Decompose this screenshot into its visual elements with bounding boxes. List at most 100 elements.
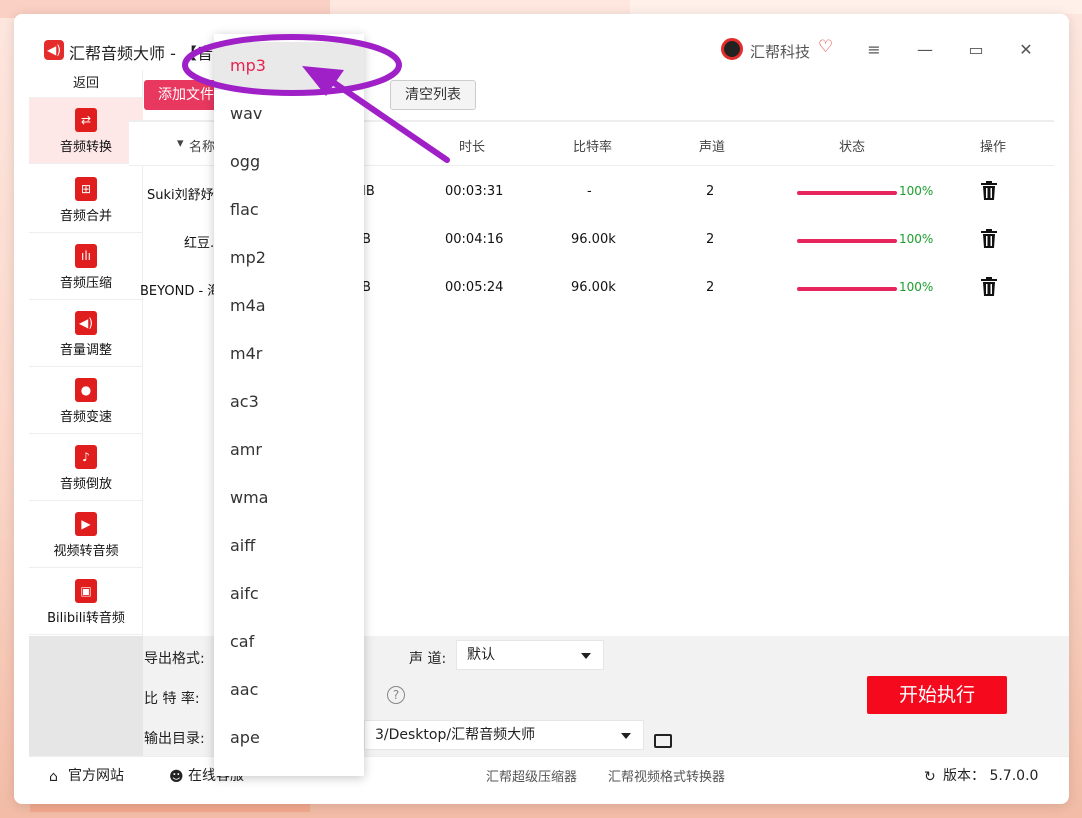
format-option-aifc[interactable]: aifc [214,570,364,618]
output-dir-select[interactable]: 3/Desktop/汇帮音频大师 [364,720,644,750]
file-name: 红豆.l [184,236,218,251]
format-option-wma[interactable]: wma [214,474,364,522]
channel-value: 默认 [467,647,495,663]
sidebar-item-audio-reverse[interactable]: ♪ 音频倒放 [29,435,143,501]
trash-icon[interactable] [981,277,997,296]
format-option-m4a[interactable]: m4a [214,282,364,330]
format-option-wav[interactable]: wav [214,90,364,138]
output-dir-label: 输出目录: [144,731,205,747]
audio-speed-icon: ● [75,378,97,402]
add-files-button[interactable]: 添加文件 [144,80,224,110]
progress-bar [797,239,897,243]
sidebar-item-label: 音频合并 [59,209,112,224]
column-header-bitrate: 比特率 [573,140,613,155]
progress-bar [797,287,897,291]
trash-icon[interactable] [981,181,997,200]
home-icon: ⌂ [49,769,58,785]
sidebar-item-label: 视频转音频 [53,544,119,559]
file-channels: 2 [706,184,715,199]
maximize-button[interactable]: ▭ [962,38,990,62]
format-option-amr[interactable]: amr [214,426,364,474]
sidebar-item-audio-speed[interactable]: ● 音频变速 [29,368,143,434]
sidebar-item-bilibili[interactable]: ▣ Bilibili转音频 [29,569,143,635]
progress-text: 100% [899,232,934,246]
file-name: Suki刘舒妤 - [147,188,223,203]
channel-select[interactable]: 默认 [456,640,604,670]
audio-reverse-icon: ♪ [75,445,97,469]
format-option-ac3[interactable]: ac3 [214,378,364,426]
file-name: BEYOND - 海 [140,284,221,299]
title-bar: ◀) 汇帮音频大师 - 【音 汇帮科技 ♡ ≡ — ▭ ✕ [14,14,1069,70]
format-option-mp3[interactable]: mp3 [214,42,364,90]
sidebar: 返回 ⇄ 音频转换 ⊞ 音频合并 ılı 音频压缩 ◀) 音量调整 ● 音频变速… [29,70,143,636]
minimize-button[interactable]: — [911,38,939,62]
format-option-mp2[interactable]: mp2 [214,234,364,282]
format-option-ape[interactable]: ape [214,714,364,762]
format-option-ogg[interactable]: ogg [214,138,364,186]
format-option-aac[interactable]: aac [214,666,364,714]
trash-icon[interactable] [981,229,997,248]
app-logo-icon: ◀) [44,40,64,60]
file-channels: 2 [706,232,715,247]
format-option-aiff[interactable]: aiff [214,522,364,570]
column-header-duration: 时长 [459,140,486,155]
bitrate-label: 比 特 率: [144,691,200,707]
chevron-down-icon [621,733,631,739]
format-option-flac[interactable]: flac [214,186,364,234]
sidebar-item-label: 音量调整 [59,343,112,358]
format-option-caf[interactable]: caf [214,618,364,666]
column-header-action: 操作 [980,140,1007,155]
background-glow [30,804,310,812]
video-to-audio-icon: ▶ [75,512,97,536]
sidebar-item-label: 音频变速 [59,410,112,425]
settings-panel: 导出格式: 声 道: 默认 比 特 率: ? 输出目录: 3/Desktop/汇… [29,636,1069,756]
column-header-name[interactable]: 名称 [189,136,215,155]
file-bitrate: 96.00k [571,280,616,295]
format-option-m4r[interactable]: m4r [214,330,364,378]
folder-icon[interactable] [654,734,672,748]
format-dropdown-list: mp3 wav ogg flac mp2 m4a m4r ac3 amr wma… [214,34,364,776]
chevron-down-icon [581,653,591,659]
sidebar-item-audio-compress[interactable]: ılı 音频压缩 [29,234,143,300]
column-header-status: 状态 [839,140,866,155]
file-channels: 2 [706,280,715,295]
progress-text: 100% [899,280,934,294]
help-icon[interactable]: ? [387,686,405,704]
user-icon: ☻ [169,769,184,785]
format-label: 导出格式: [144,651,205,667]
sort-caret-icon[interactable]: ▾ [177,136,184,151]
sidebar-item-video-to-audio[interactable]: ▶ 视频转音频 [29,502,143,568]
back-link[interactable]: 返回 [29,70,143,98]
website-link[interactable]: ⌂ 官方网站 [49,765,124,785]
progress-text: 100% [899,184,934,198]
sidebar-item-audio-convert[interactable]: ⇄ 音频转换 [29,98,143,164]
brand-name: 汇帮科技 [750,43,811,61]
heart-icon[interactable]: ♡ [818,37,833,57]
file-duration: 00:05:24 [445,280,504,295]
progress-bar [797,191,897,195]
sidebar-item-label: Bilibili转音频 [47,611,125,626]
background-glow [630,0,1082,14]
sidebar-item-volume-adjust[interactable]: ◀) 音量调整 [29,301,143,367]
sidebar-item-label: 音频倒放 [59,477,112,492]
bilibili-icon: ▣ [75,579,97,603]
file-duration: 00:04:16 [445,232,504,247]
audio-compress-icon: ılı [75,244,97,268]
output-dir-value: 3/Desktop/汇帮音频大师 [375,727,536,743]
app-title: 汇帮音频大师 - 【音 [69,44,213,63]
compressor-link[interactable]: 汇帮超级压缩器 [486,766,577,785]
clear-list-button[interactable]: 清空列表 [390,80,476,110]
file-bitrate: 96.00k [571,232,616,247]
volume-adjust-icon: ◀) [75,311,97,335]
website-label: 官方网站 [68,768,124,784]
start-button[interactable]: 开始执行 [867,676,1007,714]
video-converter-link[interactable]: 汇帮视频格式转换器 [608,766,725,785]
refresh-icon[interactable]: ↻ [924,769,940,785]
sidebar-item-label: 音频压缩 [59,276,112,291]
version-label: 版本： 5.7.0.0 [943,768,1039,784]
menu-icon[interactable]: ≡ [860,38,888,62]
close-button[interactable]: ✕ [1012,38,1040,62]
app-window: ◀) 汇帮音频大师 - 【音 汇帮科技 ♡ ≡ — ▭ ✕ 返回 ⇄ 音频转换 … [14,14,1069,804]
sidebar-item-audio-merge[interactable]: ⊞ 音频合并 [29,167,143,233]
file-duration: 00:03:31 [445,184,504,199]
